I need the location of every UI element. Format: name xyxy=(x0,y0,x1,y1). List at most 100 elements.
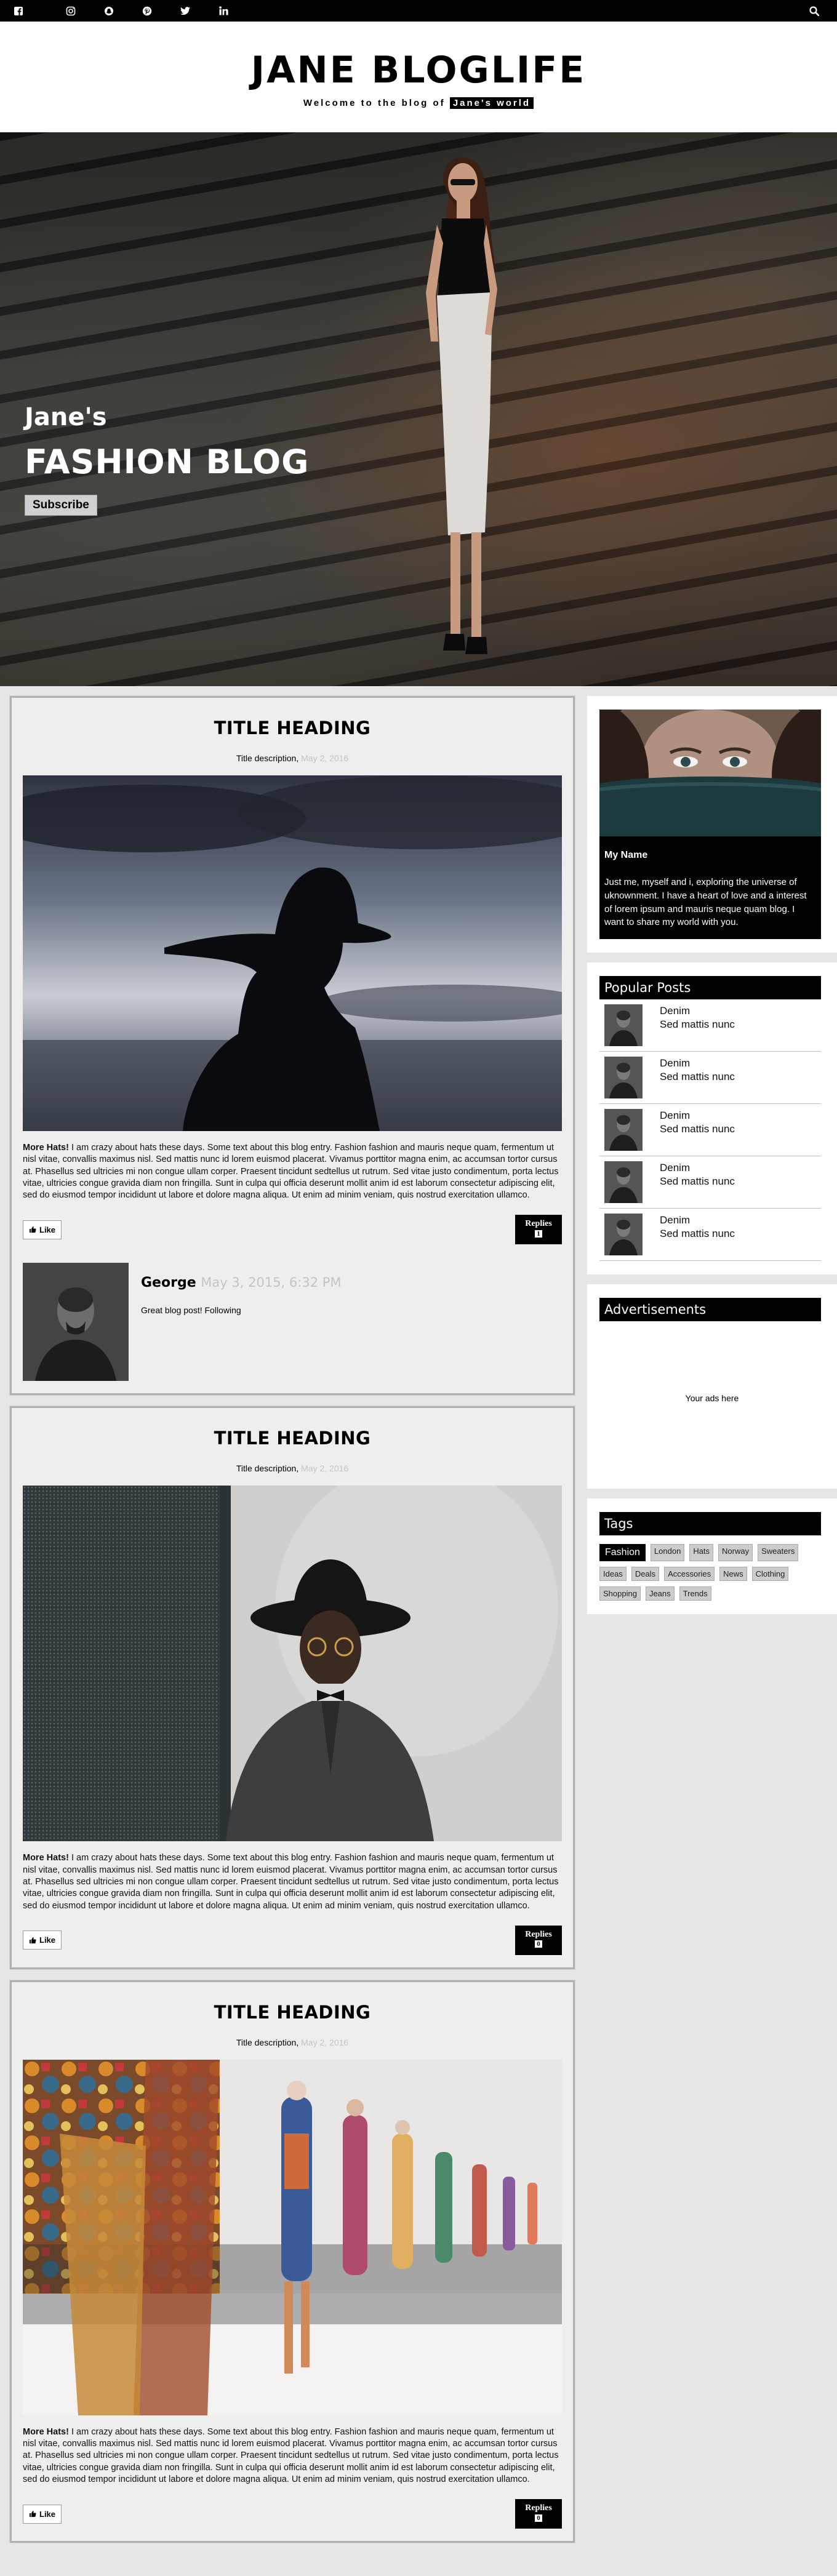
blog-post: TITLE HEADING Title description, May 2, … xyxy=(10,1406,575,1969)
hero-banner: Jane's FASHION BLOG Subscribe xyxy=(0,132,837,686)
like-label: Like xyxy=(39,1935,56,1945)
popular-post-thumbnail xyxy=(604,1057,643,1098)
tag-jeans[interactable]: Jeans xyxy=(645,1586,675,1601)
replies-label: Replies xyxy=(525,1219,552,1229)
tag-fashion[interactable]: Fashion xyxy=(599,1544,646,1561)
post-image-runway xyxy=(23,2059,562,2415)
post-actions: Like Replies 0 xyxy=(23,1925,562,1955)
blog-post: TITLE HEADING Title description, May 2, … xyxy=(10,696,575,1396)
popular-post-item[interactable]: Denim Sed mattis nunc xyxy=(599,1104,821,1156)
about-info: My Name Just me, myself and i, exploring… xyxy=(599,836,821,939)
popular-post-title: Denim xyxy=(660,1057,691,1069)
thumbs-up-icon xyxy=(30,2511,36,2518)
popular-post-title: Denim xyxy=(660,1214,691,1226)
popular-post-subtitle: Sed mattis nunc xyxy=(660,1228,735,1240)
ads-placeholder: Your ads here xyxy=(685,1393,739,1403)
thumbs-up-icon xyxy=(30,1226,36,1233)
ads-card: Advertisements Your ads here xyxy=(587,1284,837,1489)
instagram-icon[interactable] xyxy=(52,0,90,22)
replies-button[interactable]: Replies 0 xyxy=(515,2499,562,2529)
tag-london[interactable]: London xyxy=(650,1544,685,1561)
popular-post-item[interactable]: Denim Sed mattis nunc xyxy=(599,1156,821,1209)
replies-label: Replies xyxy=(525,2503,552,2513)
site-header: JANE BLOGLIFE Welcome to the blog of Jan… xyxy=(0,22,837,132)
post-title: TITLE HEADING xyxy=(214,1428,371,1449)
thumbs-up-icon xyxy=(30,1937,36,1943)
popular-posts-list: Denim Sed mattis nunc Denim Sed mattis n… xyxy=(599,999,821,1261)
tags-title: Tags xyxy=(599,1512,821,1535)
popular-post-thumbnail xyxy=(604,1109,643,1151)
tag-accessories[interactable]: Accessories xyxy=(664,1567,715,1581)
about-photo xyxy=(599,710,821,836)
about-name: My Name xyxy=(604,850,648,860)
welcome-prefix: Welcome to the blog of xyxy=(303,98,446,108)
tag-shopping[interactable]: Shopping xyxy=(599,1586,641,1601)
comment-date: May 3, 2015, 6:32 PM xyxy=(201,1275,342,1290)
post-lead: More Hats! xyxy=(23,1143,69,1153)
popular-post-item[interactable]: Denim Sed mattis nunc xyxy=(599,1209,821,1261)
twitter-icon[interactable] xyxy=(166,0,204,22)
tag-news[interactable]: News xyxy=(719,1567,747,1581)
replies-label: Replies xyxy=(525,1929,552,1939)
like-button[interactable]: Like xyxy=(23,1220,62,1239)
post-image-hat-silhouette xyxy=(23,775,562,1131)
like-button[interactable]: Like xyxy=(23,2504,62,2524)
post-description: Title description, May 2, 2016 xyxy=(23,1463,562,1473)
welcome-line: Welcome to the blog of Jane's world xyxy=(0,97,837,109)
posts-column: TITLE HEADING Title description, May 2, … xyxy=(0,696,580,2554)
hero-caption: Jane's FASHION BLOG Subscribe xyxy=(25,403,309,516)
post-actions: Like Replies 0 xyxy=(23,2499,562,2529)
post-text: I am crazy about hats these days. Some t… xyxy=(23,1853,559,1911)
popular-post-subtitle: Sed mattis nunc xyxy=(660,1175,735,1188)
post-body: More Hats! I am crazy about hats these d… xyxy=(23,1852,562,1911)
search-icon[interactable] xyxy=(805,0,823,22)
post-image-man-in-hat xyxy=(23,1486,562,1842)
popular-post-thumbnail xyxy=(604,1214,643,1255)
tag-sweaters[interactable]: Sweaters xyxy=(758,1544,799,1561)
like-button[interactable]: Like xyxy=(23,1930,62,1950)
popular-post-thumbnail xyxy=(604,1004,643,1046)
post-lead: More Hats! xyxy=(23,1853,69,1863)
post-desc-text: Title description, xyxy=(236,753,299,763)
popular-posts-title: Popular Posts xyxy=(599,976,821,999)
popular-posts-card: Popular Posts Denim Sed mattis nunc Deni… xyxy=(587,962,837,1274)
replies-button[interactable]: Replies 1 xyxy=(515,1215,562,1245)
tag-hats[interactable]: Hats xyxy=(689,1544,714,1561)
hero-line-2: FASHION BLOG xyxy=(25,442,310,481)
commenter-avatar xyxy=(23,1263,129,1382)
site-title: JANE BLOGLIFE xyxy=(250,49,587,92)
post-title: TITLE HEADING xyxy=(214,718,371,738)
ads-title: Advertisements xyxy=(599,1298,821,1321)
replies-count: 0 xyxy=(535,2514,542,2522)
tag-deals[interactable]: Deals xyxy=(631,1567,660,1581)
post-description: Title description, May 2, 2016 xyxy=(23,753,562,763)
tag-norway[interactable]: Norway xyxy=(718,1544,753,1561)
tag-ideas[interactable]: Ideas xyxy=(599,1567,627,1581)
replies-count: 0 xyxy=(535,1940,542,1948)
facebook-icon[interactable] xyxy=(14,0,52,22)
tag-clothing[interactable]: Clothing xyxy=(751,1567,789,1581)
popular-post-text: Denim Sed mattis nunc xyxy=(643,1214,735,1255)
post-body: More Hats! I am crazy about hats these d… xyxy=(23,2426,562,2486)
subscribe-button[interactable]: Subscribe xyxy=(25,495,97,516)
social-links xyxy=(14,0,242,22)
hero-line-1: Jane's xyxy=(25,403,107,431)
hero-model-image xyxy=(426,157,497,654)
tag-trends[interactable]: Trends xyxy=(679,1586,711,1601)
pinterest-icon[interactable] xyxy=(128,0,166,22)
popular-post-text: Denim Sed mattis nunc xyxy=(643,1109,735,1151)
popular-post-title: Denim xyxy=(660,1005,691,1017)
post-desc-text: Title description, xyxy=(236,1463,299,1474)
post-actions: Like Replies 1 xyxy=(23,1215,562,1245)
about-text: Just me, myself and i, exploring the uni… xyxy=(604,877,807,928)
snapchat-icon[interactable] xyxy=(90,0,128,22)
popular-post-title: Denim xyxy=(660,1162,691,1174)
popular-post-item[interactable]: Denim Sed mattis nunc xyxy=(599,1052,821,1104)
comment-body: George May 3, 2015, 6:32 PM Great blog p… xyxy=(129,1263,342,1381)
replies-button[interactable]: Replies 0 xyxy=(515,1925,562,1955)
post-text: I am crazy about hats these days. Some t… xyxy=(23,2426,559,2484)
popular-post-item[interactable]: Denim Sed mattis nunc xyxy=(599,999,821,1052)
comment-header: George May 3, 2015, 6:32 PM xyxy=(141,1275,342,1290)
post-date: May 2, 2016 xyxy=(301,753,349,763)
linkedin-icon[interactable] xyxy=(204,0,242,22)
